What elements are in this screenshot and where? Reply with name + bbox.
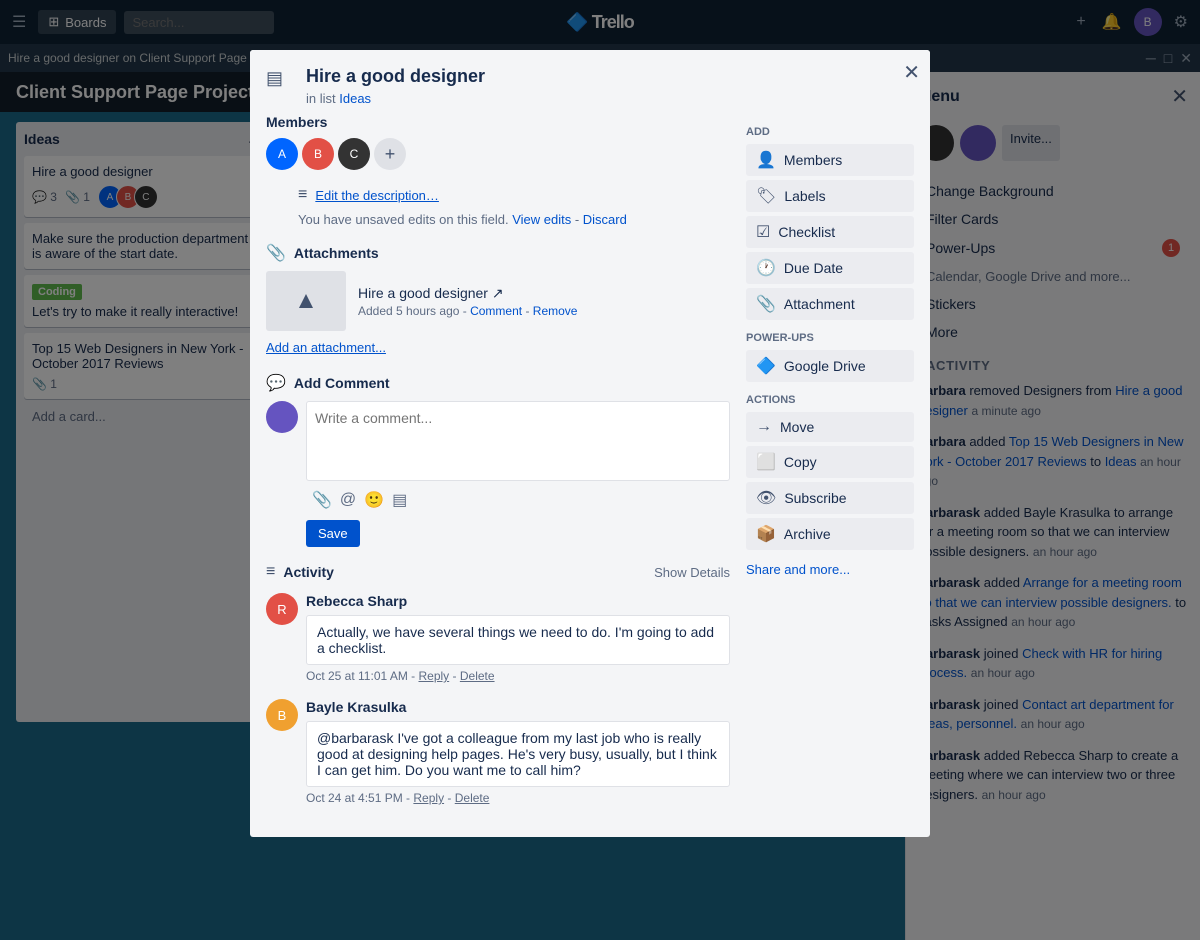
member-avatar-2[interactable]: B — [302, 138, 334, 170]
activity-section: ≡ Activity Show Details R Rebecca Sharp … — [266, 563, 730, 805]
subscribe-icon: 👁 — [756, 488, 776, 508]
show-details-button[interactable]: Show Details — [654, 565, 730, 580]
edit-description-button[interactable]: Edit the description… — [315, 188, 439, 203]
view-edits-link[interactable]: View edits — [512, 212, 571, 227]
copy-button[interactable]: ⬜ Copy — [746, 446, 914, 478]
subscribe-btn-label: Subscribe — [784, 490, 846, 506]
attachment-item: ▲ Hire a good designer ↗ Added 5 hours a… — [266, 271, 730, 331]
mention-tool-button[interactable]: @ — [340, 490, 356, 510]
activity-comment-1: R Rebecca Sharp Actually, we have severa… — [266, 593, 730, 683]
external-link-icon: ↗ — [492, 285, 504, 301]
reply-link-1[interactable]: Reply — [419, 669, 450, 683]
drive-icon: ▲ — [294, 287, 318, 315]
attachment-comment-link[interactable]: Comment — [470, 304, 522, 318]
delete-link-2[interactable]: Delete — [455, 791, 490, 805]
attachment-icon: 📎 — [266, 243, 286, 263]
copy-btn-label: Copy — [784, 454, 817, 470]
unsaved-text: You have unsaved edits on this field. — [298, 212, 509, 227]
members-sidebar-button[interactable]: 👤 Members — [746, 144, 914, 176]
attachment-remove-link[interactable]: Remove — [533, 304, 578, 318]
archive-icon: 📦 — [756, 524, 776, 544]
reply-link-2[interactable]: Reply — [413, 791, 444, 805]
labels-btn-label: Labels — [784, 188, 825, 204]
due-date-btn-label: Due Date — [784, 260, 843, 276]
current-user-avatar — [266, 401, 298, 433]
share-more-button[interactable]: Share and more... — [746, 562, 850, 577]
activity-comment-2: B Bayle Krasulka @barbarask I've got a c… — [266, 699, 730, 805]
subscribe-button[interactable]: 👁 Subscribe — [746, 482, 914, 514]
attachment-sidebar-icon: 📎 — [756, 294, 776, 314]
unsaved-note: You have unsaved edits on this field. Vi… — [298, 212, 730, 227]
google-drive-btn-label: Google Drive — [784, 358, 866, 374]
power-ups-section-title: Power-Ups — [746, 332, 914, 344]
members-btn-label: Members — [784, 152, 842, 168]
attachment-meta: Added 5 hours ago - Comment - Remove — [358, 304, 730, 318]
checklist-sidebar-button[interactable]: ☑ Checklist — [746, 216, 914, 248]
discard-link[interactable]: Discard — [583, 212, 627, 227]
add-comment-label: Add Comment — [294, 375, 390, 391]
save-comment-button[interactable]: Save — [306, 520, 360, 547]
comment-author-2: Bayle Krasulka — [306, 699, 406, 715]
member-avatar-1[interactable]: A — [266, 138, 298, 170]
add-member-button[interactable]: + — [374, 138, 406, 170]
delete-link-1[interactable]: Delete — [460, 669, 495, 683]
move-icon: → — [756, 418, 772, 436]
attachment-btn-label: Attachment — [784, 296, 855, 312]
due-date-sidebar-button[interactable]: 🕐 Due Date — [746, 252, 914, 284]
add-section-title: Add — [746, 126, 914, 138]
card-modal: ▤ Hire a good designer in list Ideas ✕ M… — [250, 50, 930, 837]
checklist-btn-label: Checklist — [778, 224, 835, 240]
due-date-icon: 🕐 — [756, 258, 776, 278]
attach-tool-button[interactable]: 📎 — [312, 490, 332, 510]
modal-subtitle: in list Ideas — [306, 91, 890, 106]
archive-btn-label: Archive — [784, 526, 831, 542]
activity-icon: ≡ — [266, 563, 275, 581]
emoji-tool-button[interactable]: 🙂 — [364, 490, 384, 510]
move-button[interactable]: → Move — [746, 412, 914, 442]
attachments-section: 📎 Attachments ▲ Hire a good designer ↗ A… — [266, 243, 730, 357]
attachment-link[interactable]: Hire a good designer — [358, 285, 488, 301]
comment-icon: 💬 — [266, 373, 286, 393]
attachment-time: Added 5 hours ago - — [358, 304, 467, 318]
archive-button[interactable]: 📦 Archive — [746, 518, 914, 550]
description-section: ≡ Edit the description… You have unsaved… — [266, 186, 730, 227]
format-tool-button[interactable]: ▤ — [392, 490, 407, 510]
modal-close-button[interactable]: ✕ — [903, 60, 920, 85]
comment-author-1: Rebecca Sharp — [306, 593, 407, 609]
description-icon: ≡ — [298, 186, 307, 204]
labels-sidebar-icon: 🏷 — [756, 186, 776, 206]
google-drive-icon: 🔷 — [756, 356, 776, 376]
attachment-info: Hire a good designer ↗ Added 5 hours ago… — [358, 285, 730, 318]
members-label: Members — [266, 114, 327, 130]
member-avatar-3[interactable]: C — [338, 138, 370, 170]
copy-icon: ⬜ — [756, 452, 776, 472]
activity-avatar-2: B — [266, 699, 298, 731]
activity-avatar-1: R — [266, 593, 298, 625]
members-section: Members A B C + — [266, 114, 730, 170]
comment-text-2: @barbarask I've got a colleague from my … — [306, 721, 730, 787]
modal-title: Hire a good designer — [306, 66, 890, 87]
add-comment-section: 💬 Add Comment 📎 @ 🙂 ▤ Save — [266, 373, 730, 547]
checklist-sidebar-icon: ☑ — [756, 222, 770, 242]
comment-actions-1: Oct 25 at 11:01 AM - Reply - Delete — [306, 669, 730, 683]
modal-sidebar: Add 👤 Members 🏷 Labels ☑ Checklist 🕐 Due… — [746, 114, 914, 821]
attachment-thumbnail: ▲ — [266, 271, 346, 331]
move-btn-label: Move — [780, 419, 814, 435]
attachments-label: Attachments — [294, 245, 379, 261]
comment-actions-2: Oct 24 at 4:51 PM - Reply - Delete — [306, 791, 730, 805]
in-list-link[interactable]: Ideas — [339, 91, 371, 106]
google-drive-button[interactable]: 🔷 Google Drive — [746, 350, 914, 382]
comment-text-1: Actually, we have several things we need… — [306, 615, 730, 665]
activity-label: Activity — [283, 564, 334, 580]
labels-sidebar-button[interactable]: 🏷 Labels — [746, 180, 914, 212]
actions-section-title: Actions — [746, 394, 914, 406]
card-icon: ▤ — [266, 68, 283, 89]
attachment-sidebar-button[interactable]: 📎 Attachment — [746, 288, 914, 320]
in-list-prefix: in list — [306, 91, 336, 106]
comment-textarea[interactable] — [306, 401, 730, 481]
members-sidebar-icon: 👤 — [756, 150, 776, 170]
add-attachment-button[interactable]: Add an attachment... — [266, 340, 386, 355]
